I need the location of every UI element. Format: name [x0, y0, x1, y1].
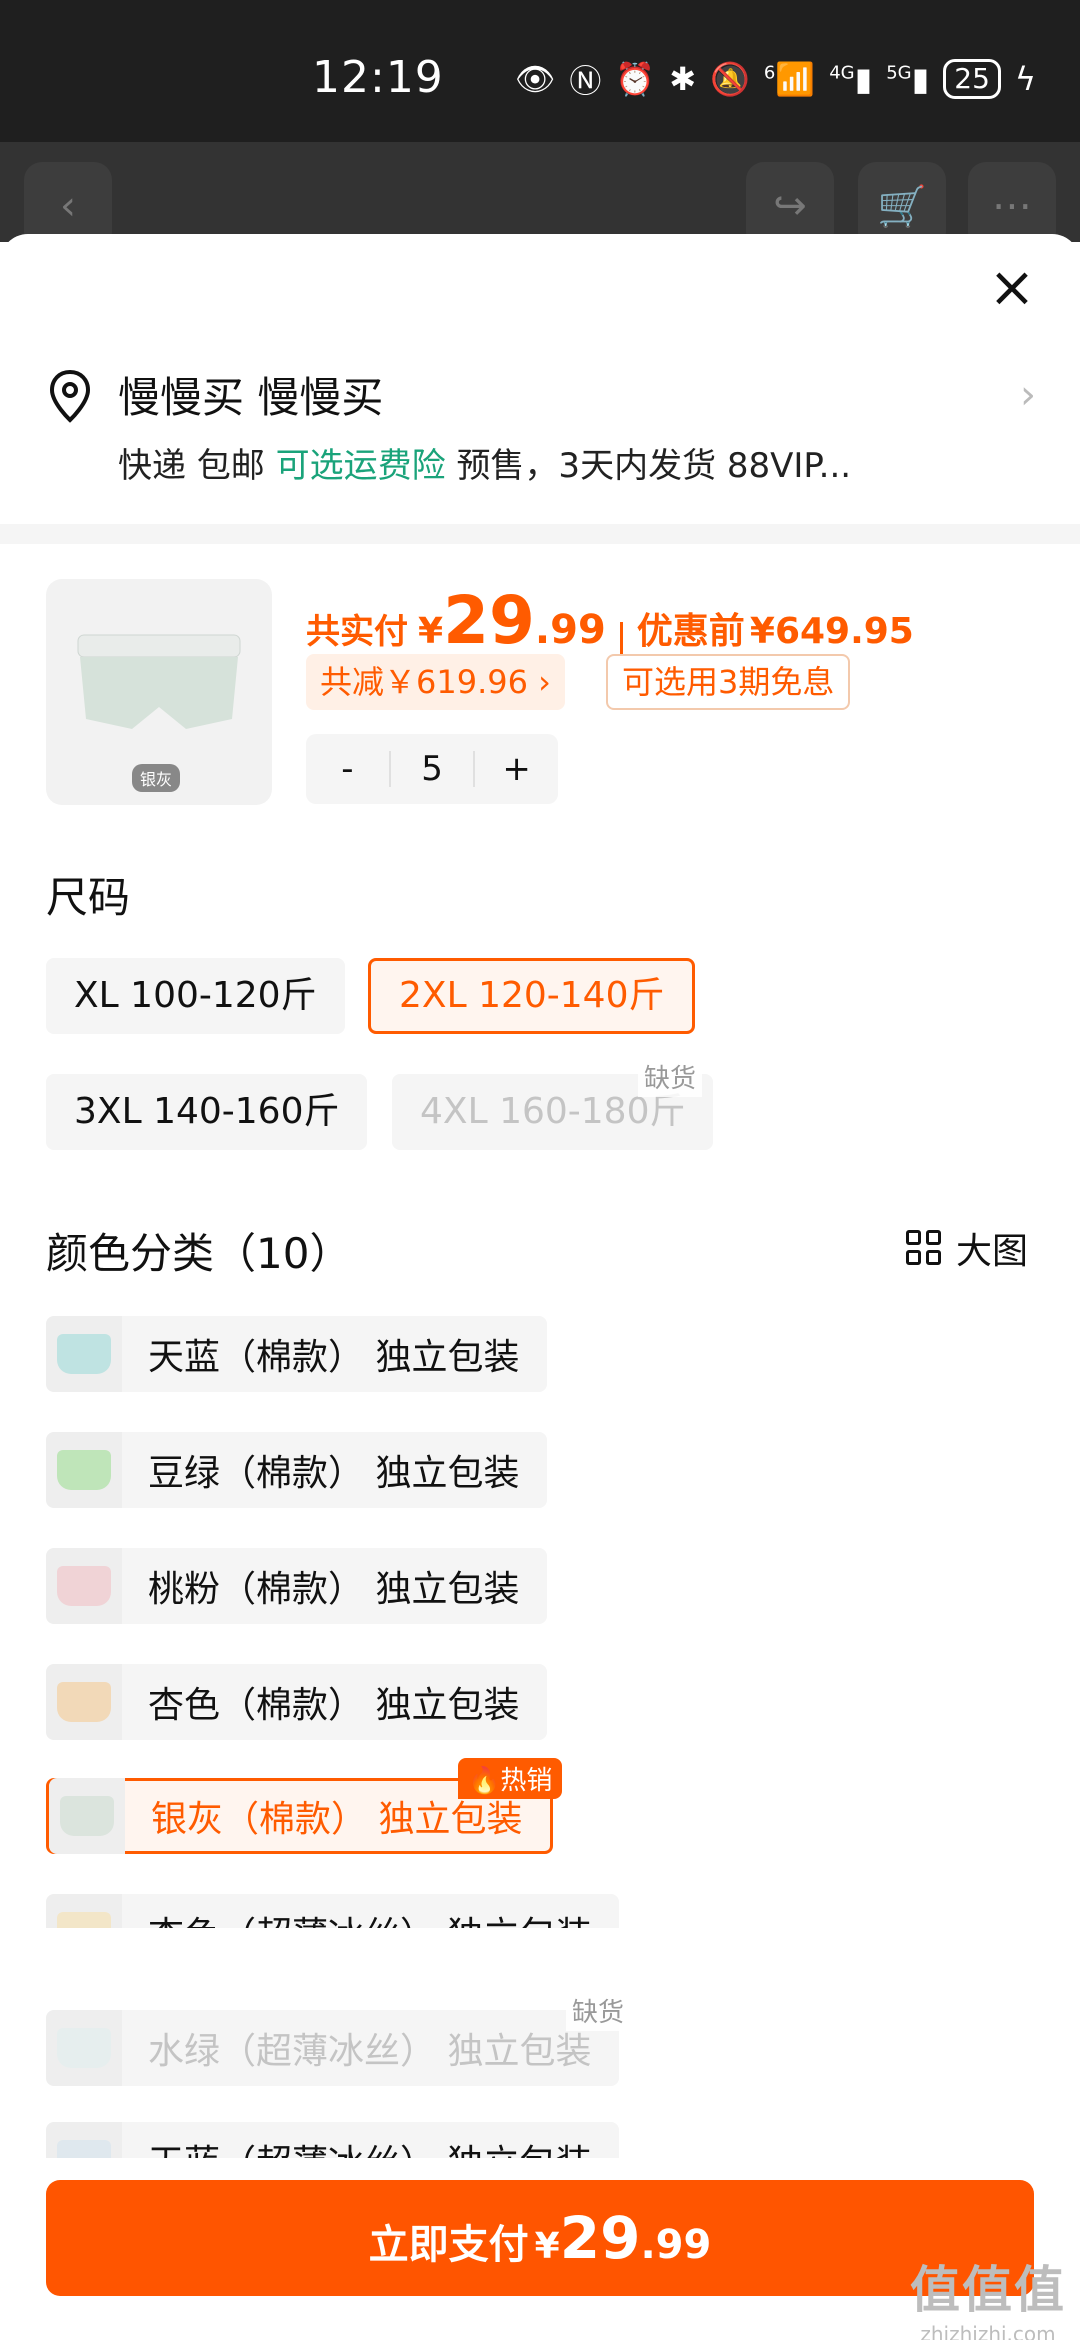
status-icons: 👁 Ⓝ ⏰ ✱ 🔕 6📶 4G▮ 5G▮ 25 ϟ	[515, 56, 1036, 102]
discount-badge[interactable]: 共减￥619.96 ›	[306, 654, 565, 710]
color-label: 杏色（超薄冰丝） 独立包装	[148, 1906, 591, 1928]
color-label: 天蓝（超薄冰丝） 独立包装	[148, 2134, 591, 2158]
color-thumbnail	[46, 1664, 122, 1740]
size-title: 尺码	[46, 873, 131, 922]
price-summary: 共实付 ¥29.99 优惠前 ¥649.95	[306, 582, 914, 659]
color-thumbnail	[46, 1894, 122, 1928]
size-option-2xl[interactable]: 2XL 120-140斤	[368, 958, 696, 1034]
color-thumbnail	[46, 1548, 122, 1624]
bluetooth-icon: ✱	[669, 60, 697, 98]
color-option[interactable]: 天蓝（棉款） 独立包装	[46, 1316, 548, 1392]
color-option[interactable]: 杏色（棉款） 独立包装	[46, 1664, 548, 1740]
color-label: 杏色（棉款） 独立包装	[148, 1685, 520, 1726]
charging-icon: ϟ	[1014, 60, 1036, 98]
installment-badge[interactable]: 可选用3期免息	[606, 654, 851, 710]
partial-list-row: 天蓝（超薄冰丝） 独立包装	[0, 2122, 1080, 2158]
product-image[interactable]: 银灰	[46, 579, 272, 805]
pay-price-integer: 29	[559, 2204, 641, 2272]
pay-currency: ¥	[534, 2226, 560, 2267]
hot-sale-badge: 🔥热销	[458, 1758, 563, 1799]
section-divider	[0, 524, 1080, 544]
color-option[interactable]: 天蓝（超薄冰丝） 独立包装	[46, 2122, 620, 2158]
eye-icon: 👁	[514, 60, 556, 98]
quantity-plus-button[interactable]: +	[475, 749, 558, 789]
color-thumbnail	[46, 2010, 122, 2086]
battery-icon: 25	[943, 59, 1001, 99]
pay-label: 立即支付	[368, 2222, 529, 2268]
quantity-minus-button[interactable]: -	[306, 749, 389, 789]
delivery-info: 快递 包邮 可选运费险 预售，3天内发货 88VIP...	[118, 438, 851, 487]
chevron-right-icon: ›	[1020, 372, 1036, 418]
mute-icon: 🔕	[710, 60, 750, 98]
watermark-url: zhizhizhi.com	[920, 2322, 1056, 2340]
color-option[interactable]: 杏色（超薄冰丝） 独立包装	[46, 1894, 620, 1928]
presale-info: 预售，3天内发货 88VIP...	[456, 446, 852, 486]
color-option[interactable]: 豆绿（棉款） 独立包装	[46, 1432, 548, 1508]
close-icon[interactable]: ×	[984, 260, 1040, 316]
color-thumbnail	[49, 1778, 125, 1854]
shipping-insurance-link[interactable]: 可选运费险	[276, 446, 446, 486]
signal-5g-icon: 5G▮	[886, 60, 930, 98]
delivery-method: 快递 包邮	[118, 446, 265, 486]
color-thumbnail	[46, 2122, 122, 2158]
color-label: 桃粉（棉款） 独立包装	[148, 1569, 520, 1610]
color-label: 豆绿（棉款） 独立包装	[148, 1453, 520, 1494]
size-option-xl[interactable]: XL 100-120斤	[46, 958, 345, 1034]
quantity-value[interactable]: 5	[388, 751, 476, 787]
original-price: ¥649.95	[749, 611, 914, 652]
price-decimal: .99	[534, 607, 606, 653]
status-time: 12:19	[312, 52, 444, 103]
price-currency: ¥	[418, 611, 444, 652]
watermark-logo: 值值值	[910, 2261, 1066, 2319]
pay-now-button[interactable]: 立即支付 ¥29.99	[46, 2180, 1034, 2296]
quantity-stepper: - 5 +	[306, 734, 558, 804]
price-integer: 29	[443, 582, 535, 659]
price-label: 共实付	[306, 612, 408, 652]
color-label: 天蓝（棉款） 独立包装	[148, 1337, 520, 1378]
wifi-icon: 6📶	[763, 60, 816, 98]
location-pin-icon	[49, 369, 91, 423]
out-of-stock-badge: 缺货	[566, 1990, 631, 2031]
price-separator	[619, 621, 623, 656]
pay-price-decimal: .99	[640, 2222, 712, 2268]
status-bar: 12:19 👁 Ⓝ ⏰ ✱ 🔕 6📶 4G▮ 5G▮ 25 ϟ	[0, 0, 1080, 142]
recipient-name: 慢慢买 慢慢买	[118, 373, 384, 422]
color-thumbnail	[46, 1432, 122, 1508]
nfc-icon: Ⓝ	[569, 62, 602, 100]
color-option-disabled[interactable]: 水绿（超薄冰丝） 独立包装	[46, 2010, 620, 2086]
image-tag: 银灰	[132, 764, 181, 792]
color-thumbnail	[46, 1316, 122, 1392]
original-label: 优惠前	[636, 611, 745, 652]
alarm-icon: ⏰	[615, 60, 656, 98]
color-label: 水绿（超薄冰丝） 独立包装	[148, 2031, 592, 2072]
color-option-list[interactable]: 天蓝（棉款） 独立包装 豆绿（棉款） 独立包装 桃粉（棉款） 独立包装 杏色（棉…	[0, 1078, 1080, 1928]
signal-4g-icon: 4G▮	[829, 60, 873, 98]
watermark: 值值值 zhizhizhi.com	[910, 2250, 1066, 2340]
color-option[interactable]: 桃粉（棉款） 独立包装	[46, 1548, 548, 1624]
